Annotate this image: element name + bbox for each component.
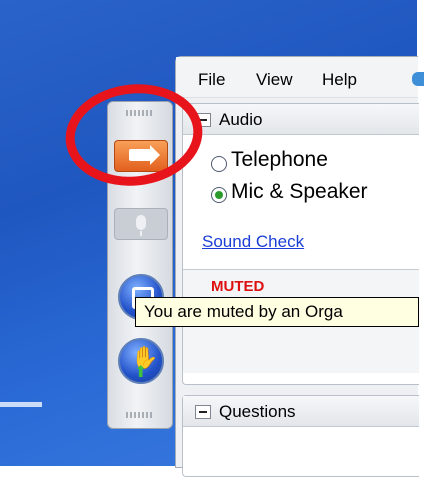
menu-file[interactable]: File	[198, 70, 225, 90]
audio-header: Audio	[183, 104, 419, 135]
menu-view[interactable]: View	[256, 70, 293, 90]
control-panel-window: File View Help Audio Telephone Mic & Spe…	[175, 56, 424, 477]
microphone-icon	[136, 215, 146, 236]
menu-help[interactable]: Help	[322, 70, 357, 90]
muted-status: MUTED	[211, 278, 265, 295]
muted-tooltip: You are muted by an Orga	[135, 297, 419, 327]
mic-speaker-radio[interactable]	[211, 187, 227, 203]
up-arrow-icon: ⬆	[134, 364, 148, 381]
show-panel-button[interactable]	[114, 140, 168, 172]
globe-icon[interactable]	[412, 72, 424, 86]
raise-hand-button[interactable]: ✋ ⬆	[118, 338, 164, 384]
collapse-audio-icon[interactable]	[195, 113, 211, 127]
taskbar-edge	[0, 402, 42, 407]
mic-speaker-label[interactable]: Mic & Speaker	[231, 180, 368, 204]
microphone-button[interactable]	[114, 208, 168, 240]
telephone-label[interactable]: Telephone	[231, 148, 328, 172]
questions-title: Questions	[219, 402, 296, 421]
grip-icon[interactable]	[126, 412, 154, 418]
telephone-radio[interactable]	[211, 156, 227, 172]
sound-check-link[interactable]: Sound Check	[202, 232, 304, 252]
show-panel-arrow-icon	[129, 145, 160, 165]
tooltip-text: You are muted by an Orga	[144, 302, 343, 321]
menu-bar: File View Help	[176, 57, 424, 98]
questions-section: Questions	[182, 395, 419, 477]
questions-header: Questions	[183, 396, 419, 427]
audio-title: Audio	[219, 110, 263, 129]
collapse-questions-icon[interactable]	[195, 405, 211, 419]
grip-icon[interactable]	[126, 110, 154, 116]
control-bar: ✋ ⬆	[107, 101, 173, 429]
audio-section: Audio Telephone Mic & Speaker Sound Chec…	[182, 103, 419, 385]
